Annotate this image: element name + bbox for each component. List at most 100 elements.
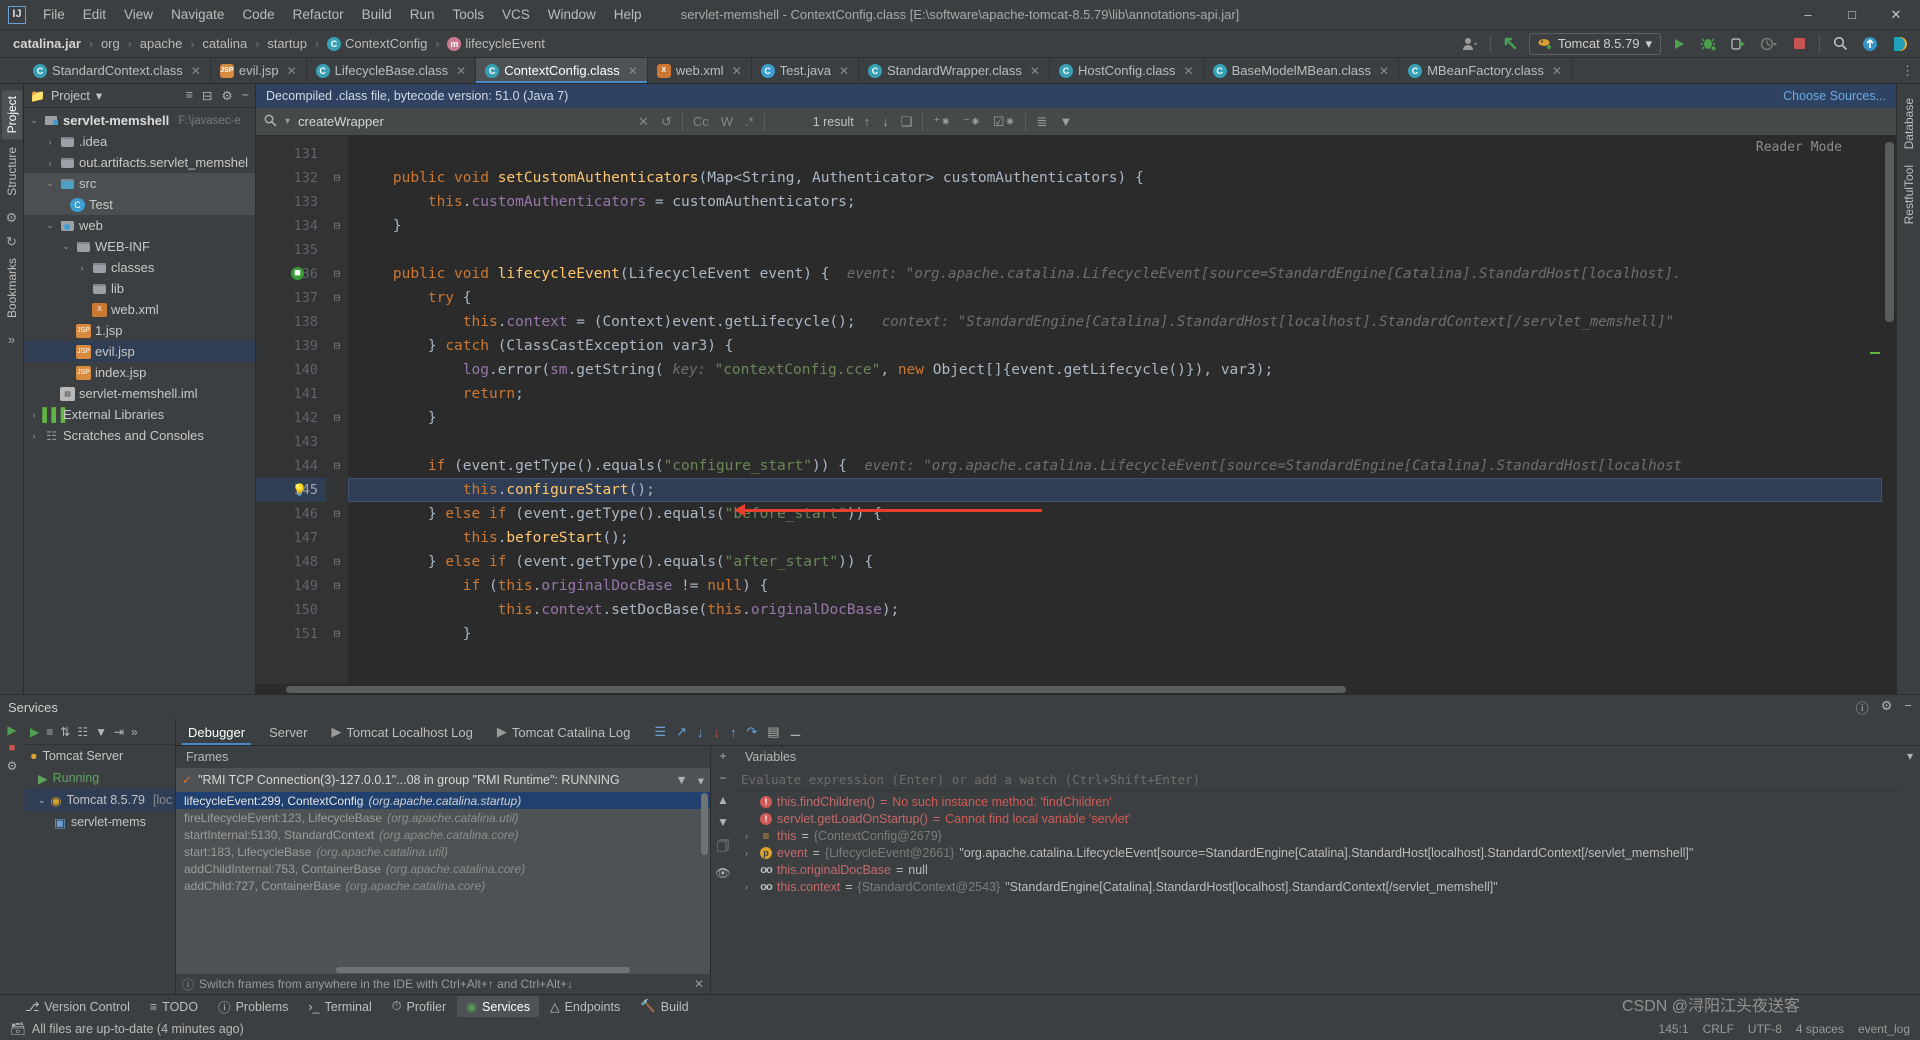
tab-evil-jsp[interactable]: JSP evil.jsp ✕	[211, 58, 307, 83]
copy-icon[interactable]: 🗍	[717, 837, 729, 858]
evaluate-expression-input[interactable]: Evaluate expression (Enter) or add a wat…	[735, 768, 1900, 791]
filter-icon[interactable]: ▼	[1057, 114, 1074, 129]
wrench-icon[interactable]: ⚙	[6, 210, 18, 226]
tab-basemodelmbean-class[interactable]: C BaseModelMBean.class ✕	[1204, 58, 1400, 83]
variable-row[interactable]: ! servlet.getLoadOnStartup() = Cannot fi…	[735, 810, 1900, 827]
step-out-icon[interactable]: ↑	[730, 725, 737, 740]
fold-marker[interactable]: ⊟	[326, 262, 348, 286]
tree-item-servlet-memshell[interactable]: ⌄ servlet-memshell F:\javasec-e	[24, 110, 255, 131]
menu-view[interactable]: View	[115, 3, 162, 26]
fold-marker[interactable]: ⊟	[326, 502, 348, 526]
tab-debugger[interactable]: Debugger	[176, 719, 257, 745]
chevron-right-icon[interactable]: ›	[44, 137, 56, 147]
tab-test-java[interactable]: C Test.java ✕	[752, 58, 859, 83]
tree-item-web-xml[interactable]: X web.xml	[24, 299, 255, 320]
frames-scrollbar-thumb[interactable]	[701, 793, 708, 855]
expand-all-icon[interactable]: ≡	[186, 88, 193, 103]
tab-standardcontext-class[interactable]: C StandardContext.class ✕	[24, 58, 211, 83]
variables-list[interactable]: ! this.findChildren() = No such instance…	[735, 791, 1900, 994]
hide-icon[interactable]: −	[242, 88, 249, 103]
select-all-occurrences-button[interactable]: ❑	[899, 114, 915, 130]
run-icon[interactable]: ▶	[30, 725, 39, 739]
fold-marker[interactable]: ⊟	[326, 214, 348, 238]
chevron-right-icon[interactable]: ›	[28, 431, 40, 441]
search-history-icon[interactable]: ↺	[659, 114, 674, 130]
variable-row[interactable]: › ≡ this = {ContextConfig@2679}	[735, 827, 1900, 844]
settings-icon[interactable]: ⚙	[221, 88, 232, 103]
tool-terminal[interactable]: ›_ Terminal	[299, 997, 380, 1017]
fold-marker[interactable]: ⊟	[326, 574, 348, 598]
code-folding-column[interactable]: ⊟ ⊟ ⊟ ⊟ ⊟ ⊟ ⊟ ⊟ ⊟ ⊟ ⊟	[326, 136, 348, 684]
fold-marker[interactable]: ⊟	[326, 406, 348, 430]
step-over-icon[interactable]: ↗	[676, 724, 687, 740]
upload-icon[interactable]	[1858, 33, 1882, 55]
match-case-toggle[interactable]: Cc	[691, 114, 711, 129]
tool-version-control[interactable]: ⎇ Version Control	[16, 996, 139, 1017]
chevron-down-icon[interactable]: ▾	[698, 773, 704, 788]
run-with-coverage-button[interactable]	[1727, 33, 1751, 55]
search-icon[interactable]	[264, 114, 277, 130]
twisty-icon[interactable]: ›	[745, 831, 755, 841]
account-icon[interactable]	[1458, 33, 1482, 55]
chevron-right-icon[interactable]: ›	[76, 263, 88, 273]
breadcrumb-lifecycleevent[interactable]: m lifecycleEvent	[444, 35, 547, 52]
frames-horizontal-scrollbar[interactable]	[176, 966, 710, 974]
layout-icon[interactable]: ☰	[654, 724, 666, 740]
tree-item-src[interactable]: ⌄ src	[24, 173, 255, 194]
chevron-down-icon[interactable]: ⌄	[28, 115, 40, 126]
evaluate-icon[interactable]: ▤	[767, 724, 779, 740]
force-step-into-icon[interactable]: ↓	[713, 725, 720, 740]
twisty-icon[interactable]: ›	[745, 848, 755, 858]
select-occurrences-icon[interactable]: ☑⁕	[991, 114, 1018, 130]
regex-toggle[interactable]: .*	[743, 114, 756, 129]
frame-item[interactable]: lifecycleEvent:299, ContextConfig (org.a…	[176, 792, 710, 809]
scrollbar-thumb[interactable]	[1885, 142, 1894, 322]
group-icon[interactable]: ☷	[77, 725, 88, 739]
add-watch-button[interactable]: +	[719, 749, 726, 763]
close-icon[interactable]: ✕	[191, 64, 201, 78]
close-icon[interactable]: ✕	[287, 64, 297, 78]
tree-item-evil-jsp[interactable]: JSP evil.jsp	[24, 341, 255, 362]
chevron-down-icon[interactable]: ⌄	[44, 220, 56, 231]
help-icon[interactable]: ⓘ	[1856, 698, 1869, 717]
breadcrumb-catalina-jar[interactable]: catalina.jar	[10, 35, 84, 52]
sidebar-tab-bookmarks[interactable]: Bookmarks	[2, 252, 22, 324]
fold-marker[interactable]: ⊟	[326, 454, 348, 478]
debug-button[interactable]	[1697, 33, 1721, 55]
tab-lifecyclebase-class[interactable]: C LifecycleBase.class ✕	[307, 58, 477, 83]
remove-watch-button[interactable]: −	[719, 771, 726, 785]
menu-refactor[interactable]: Refactor	[284, 3, 353, 26]
reader-mode-label[interactable]: Reader Mode	[1756, 140, 1842, 155]
breakpoint-icon[interactable]: ■	[291, 267, 304, 280]
editor-gutter[interactable]: 131 132 133 134 135 ■ 136 137 138 139 14…	[256, 136, 326, 684]
whole-words-toggle[interactable]: W	[719, 114, 735, 129]
expand-icon[interactable]: ⇥	[114, 725, 124, 739]
close-icon[interactable]: ✕	[1030, 64, 1040, 78]
indent-setting[interactable]: 4 spaces	[1796, 1022, 1844, 1036]
menu-run[interactable]: Run	[401, 3, 444, 26]
rerun-icon[interactable]: ▶	[7, 723, 16, 737]
tree-item-lib[interactable]: lib	[24, 278, 255, 299]
update-icon[interactable]	[1499, 33, 1523, 55]
find-next-button[interactable]: ↓	[880, 114, 891, 129]
maximize-button[interactable]: □	[1830, 0, 1874, 29]
sidebar-tab-project[interactable]: Project	[1, 90, 22, 140]
fold-marker[interactable]: ⊟	[326, 334, 348, 358]
tool-endpoints[interactable]: △ Endpoints	[541, 996, 629, 1017]
scrollbar-thumb[interactable]	[286, 686, 1346, 693]
collapse-all-icon[interactable]: ⊟	[202, 88, 212, 103]
tree-item-1-jsp[interactable]: JSP 1.jsp	[24, 320, 255, 341]
line-separator[interactable]: CRLF	[1703, 1022, 1734, 1036]
frame-item[interactable]: addChild:727, ContainerBase (org.apache.…	[176, 877, 710, 894]
breadcrumb-startup[interactable]: startup	[264, 35, 310, 52]
services-item-tomcat-server[interactable]: ● Tomcat Server	[24, 745, 175, 767]
fold-marker[interactable]: ⊟	[326, 622, 348, 646]
find-previous-button[interactable]: ↑	[862, 114, 873, 129]
close-icon[interactable]: ✕	[839, 64, 849, 78]
tab-standardwrapper-class[interactable]: C StandardWrapper.class ✕	[859, 58, 1050, 83]
tree-item-test[interactable]: C Test	[24, 194, 255, 215]
move-down-button[interactable]: ▼	[717, 815, 729, 829]
menu-tools[interactable]: Tools	[443, 3, 493, 26]
close-icon[interactable]: ✕	[732, 64, 742, 78]
tab-mbeanfactory-class[interactable]: C MBeanFactory.class ✕	[1399, 58, 1572, 83]
